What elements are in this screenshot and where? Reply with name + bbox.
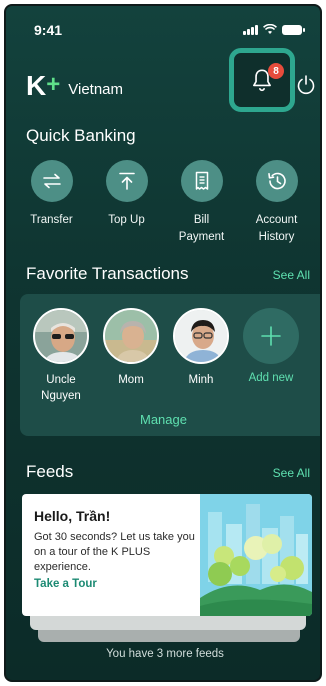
power-icon[interactable]: [295, 74, 317, 96]
status-time: 9:41: [34, 22, 63, 38]
quick-action-label: Transfer: [30, 214, 73, 226]
history-icon: [267, 172, 286, 190]
feed-card-title: Hello, Trần!: [34, 508, 111, 524]
quick-action-transfer[interactable]: Transfer: [14, 160, 89, 246]
favorites-card: Uncle Nguyen Mom Minh Add new Manage: [20, 294, 320, 436]
favorites-title: Favorite Transactions: [26, 264, 189, 283]
favorites-see-all-link[interactable]: See All: [273, 268, 310, 282]
feeds-see-all-link[interactable]: See All: [273, 466, 310, 480]
transfer-icon: [42, 173, 61, 189]
add-favorite-button[interactable]: Add new: [242, 308, 300, 404]
signal-icon: [243, 25, 258, 35]
quick-action-label: Bill Payment: [178, 214, 225, 243]
status-bar: 9:41: [6, 20, 320, 40]
notification-badge: 8: [268, 63, 284, 79]
avatar: [173, 308, 229, 364]
quick-action-top-up[interactable]: Top Up: [89, 160, 164, 246]
quick-banking-row: Transfer Top Up Bill Payment Account His…: [14, 160, 314, 246]
avatar: [33, 308, 89, 364]
feed-card-body: Got 30 seconds? Let us take you on a tou…: [34, 531, 195, 573]
avatar: [103, 308, 159, 364]
favorite-contacts: Uncle Nguyen Mom Minh Add new: [32, 308, 300, 404]
feed-card[interactable]: Hello, Trần! Got 30 seconds? Let us take…: [22, 494, 312, 616]
favorite-contact-mom[interactable]: Mom: [102, 308, 160, 404]
quick-action-label: Top Up: [108, 214, 145, 226]
quick-action-bill-payment[interactable]: Bill Payment: [164, 160, 239, 246]
logo-plus: +: [46, 71, 61, 98]
favorite-contact-uncle-nguyen[interactable]: Uncle Nguyen: [32, 308, 90, 404]
notification-button[interactable]: 8: [229, 48, 295, 112]
more-feeds-label: You have 3 more feeds: [106, 648, 224, 660]
feeds-title: Feeds: [26, 462, 74, 481]
bill-icon: [195, 171, 208, 190]
battery-icon: [282, 25, 305, 35]
wifi-icon: [263, 24, 277, 34]
country-label: Vietnam: [68, 80, 124, 98]
city-park-illustration: [200, 494, 312, 616]
phone-screen: 9:41 K + Vietnam 8 Quick Banking Transfe…: [4, 4, 322, 682]
quick-action-account-history[interactable]: Account History: [239, 160, 314, 246]
plus-icon: [261, 326, 281, 346]
quick-action-label: Account History: [255, 214, 298, 243]
kplus-logo: K + Vietnam: [26, 70, 123, 102]
status-icons: [243, 24, 305, 35]
top-up-icon: [118, 172, 135, 190]
favorite-contact-minh[interactable]: Minh: [172, 308, 230, 404]
contact-name: Minh: [188, 374, 214, 386]
take-a-tour-link[interactable]: Take a Tour: [34, 578, 199, 590]
logo-letter: K: [26, 70, 46, 101]
contact-name: Uncle Nguyen: [41, 374, 81, 402]
quick-banking-title: Quick Banking: [26, 126, 136, 145]
manage-favorites-link[interactable]: Manage: [140, 412, 187, 427]
contact-name: Mom: [118, 374, 144, 386]
add-new-label: Add new: [248, 372, 294, 384]
